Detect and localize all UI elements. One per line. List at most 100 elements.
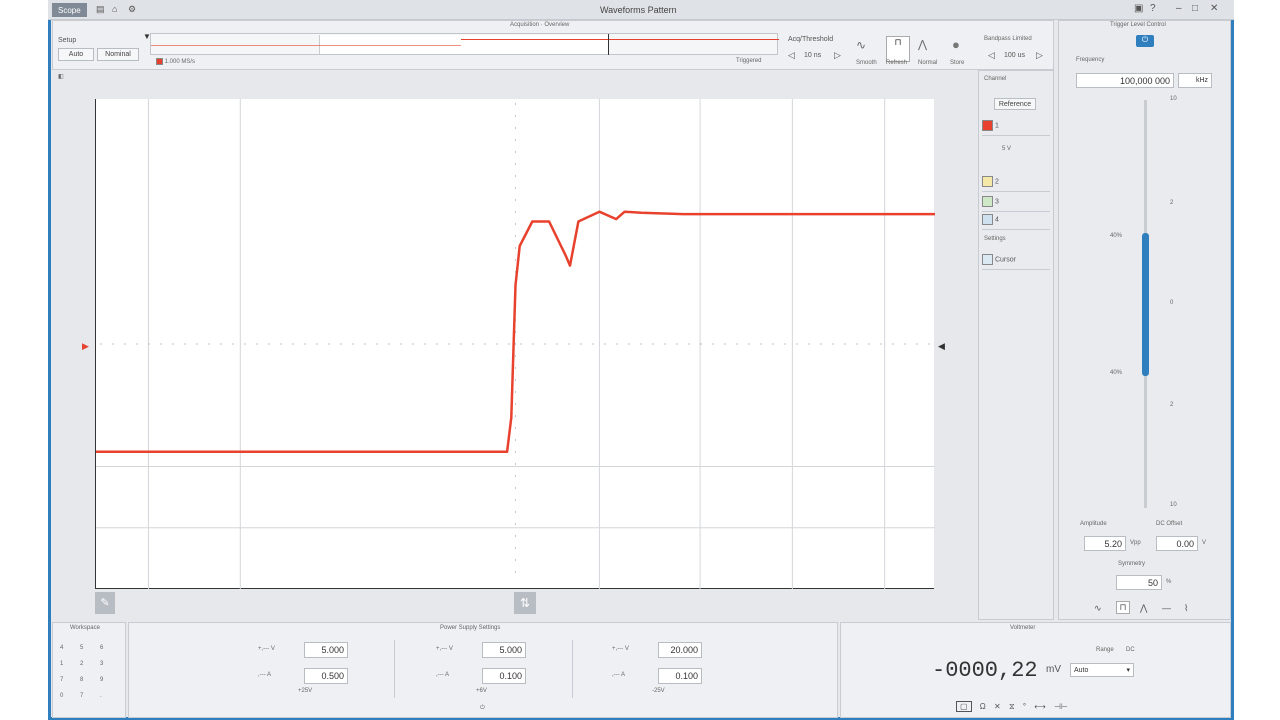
keypad-key[interactable]: 7: [80, 693, 83, 699]
toolbox-icon[interactable]: ◧: [58, 73, 64, 80]
mode-store-label[interactable]: Store: [950, 60, 964, 66]
acq-value[interactable]: 10 ns: [804, 52, 821, 59]
keypad-key[interactable]: 9: [100, 677, 103, 683]
keypad-key[interactable]: 6: [100, 645, 103, 651]
scope-plot[interactable]: [95, 99, 935, 589]
triangle-shape-icon[interactable]: ⋀: [1140, 603, 1147, 614]
center-axis-tick: [460, 343, 462, 345]
keypad-key[interactable]: 5: [80, 645, 83, 651]
ch1-row[interactable]: 1: [982, 120, 1050, 136]
power-toggle-icon[interactable]: ⏻: [1136, 35, 1154, 47]
diode-mode-icon[interactable]: ✕: [994, 702, 1001, 711]
offset-field[interactable]: 0.00: [1156, 536, 1198, 551]
center-axis-tick: [280, 343, 282, 345]
nominal-button[interactable]: Nominal: [97, 48, 139, 61]
supply-voltage-field[interactable]: 5.000: [304, 642, 348, 658]
center-axis-tick: [160, 343, 162, 345]
level-range-fill[interactable]: [1142, 233, 1149, 376]
supply-current-field[interactable]: 0.100: [482, 668, 526, 684]
dc-shape-icon[interactable]: —: [1162, 603, 1171, 613]
supply-power-icon[interactable]: ⏻: [480, 705, 485, 712]
ch1-offset-marker-icon[interactable]: ▶: [82, 341, 89, 352]
center-axis-tick: [544, 343, 546, 345]
store-mode-icon[interactable]: ●: [952, 37, 960, 52]
auto-button[interactable]: Auto: [58, 48, 94, 61]
center-axis-tick: [760, 343, 762, 345]
plot-svg: [96, 99, 935, 589]
expand-icon[interactable]: ▼: [143, 32, 151, 41]
keypad-key[interactable]: 2: [80, 661, 83, 667]
smooth-wave-icon[interactable]: ∿: [856, 38, 866, 52]
cursor-row[interactable]: Cursor: [982, 254, 1050, 270]
tab-scope[interactable]: Scope: [52, 3, 87, 17]
settings-icon[interactable]: ⚙: [128, 4, 136, 15]
center-axis-tick: [514, 475, 517, 477]
keypad-key[interactable]: 1: [60, 661, 63, 667]
amplitude-field[interactable]: 5.20: [1084, 536, 1126, 551]
mode-normal-label[interactable]: Normal: [918, 60, 937, 66]
capacitance-mode-icon[interactable]: ⊣⊢: [1054, 702, 1068, 711]
reference-button[interactable]: Reference: [994, 98, 1036, 110]
center-axis-tick: [472, 343, 474, 345]
ch2-row[interactable]: 2: [982, 176, 1050, 192]
acq-step-right-icon[interactable]: ▷: [834, 50, 841, 61]
center-axis-tick: [244, 343, 246, 345]
supply-voltage-field[interactable]: 5.000: [482, 642, 526, 658]
pin-icon[interactable]: ▣: [1134, 3, 1143, 14]
ch1-scale[interactable]: 5 V: [1002, 146, 1011, 152]
help-icon[interactable]: ?: [1150, 3, 1156, 14]
close-icon[interactable]: ✕: [1210, 3, 1218, 14]
symmetry-field[interactable]: 50: [1116, 575, 1162, 590]
resistance-mode-icon[interactable]: ⟷: [1034, 702, 1045, 711]
mode-smooth-label[interactable]: Smooth: [856, 60, 877, 66]
overview-strip[interactable]: [150, 33, 779, 55]
cursor-swatch-icon: [982, 254, 993, 265]
zoom-right-icon[interactable]: ▷: [1036, 50, 1043, 61]
temp-mode-icon[interactable]: °: [1023, 702, 1026, 711]
frequency-unit[interactable]: kHz: [1178, 73, 1212, 88]
trigger-level-marker-icon[interactable]: ◀: [938, 341, 945, 352]
zoom-left-icon[interactable]: ◁: [988, 50, 995, 61]
dc-mode-icon[interactable]: ▢: [956, 701, 972, 712]
keypad-key[interactable]: .: [100, 693, 102, 699]
overview-trace-low: [151, 45, 461, 46]
frequency-field[interactable]: 100,000 000: [1076, 73, 1174, 88]
pencil-icon[interactable]: ✎: [95, 592, 115, 614]
trigger-position-icon[interactable]: ⇅: [514, 592, 536, 614]
file-icon[interactable]: ⌂: [112, 4, 117, 14]
folder-icon[interactable]: ▤: [96, 4, 105, 15]
supply-current-label: ,--- A: [258, 672, 271, 678]
range-select[interactable]: Auto ▾: [1070, 663, 1134, 677]
supply-voltage-field[interactable]: 20.000: [658, 642, 702, 658]
overview-cursor[interactable]: [608, 34, 609, 55]
center-axis-tick: [508, 343, 510, 345]
keypad-key[interactable]: 0: [60, 693, 63, 699]
center-axis-tick: [514, 223, 517, 225]
normal-mode-icon[interactable]: ⋀: [918, 38, 927, 51]
keypad-key[interactable]: 3: [100, 661, 103, 667]
keypad-key[interactable]: 4: [60, 645, 63, 651]
supply-current-field[interactable]: 0.100: [658, 668, 702, 684]
minimize-icon[interactable]: –: [1176, 3, 1182, 14]
refresh-mode-icon[interactable]: ⊓: [886, 36, 910, 62]
offset-label: DC Offset: [1156, 521, 1183, 527]
ac-mode-icon[interactable]: Ω: [980, 702, 986, 711]
center-axis-tick: [304, 343, 306, 345]
noise-shape-icon[interactable]: ⌇: [1184, 603, 1188, 614]
acq-step-left-icon[interactable]: ◁: [788, 50, 795, 61]
offset-unit: V: [1202, 540, 1207, 546]
supply-current-field[interactable]: 0.500: [304, 668, 348, 684]
center-axis-tick: [736, 343, 738, 345]
ch3-row[interactable]: 3: [982, 196, 1050, 212]
mode-refresh-label[interactable]: Refresh: [886, 60, 907, 66]
center-axis-tick: [100, 343, 102, 345]
center-axis-tick: [514, 415, 517, 417]
maximize-icon[interactable]: □: [1192, 3, 1198, 14]
continuity-mode-icon[interactable]: ⧖: [1009, 702, 1015, 711]
ch4-row[interactable]: 4: [982, 214, 1050, 230]
keypad-key[interactable]: 8: [80, 677, 83, 683]
sine-shape-icon[interactable]: ∿: [1094, 603, 1102, 614]
zoom-value[interactable]: 100 us: [1004, 52, 1025, 59]
keypad-key[interactable]: 7: [60, 677, 63, 683]
square-shape-icon[interactable]: ⊓: [1116, 601, 1130, 614]
